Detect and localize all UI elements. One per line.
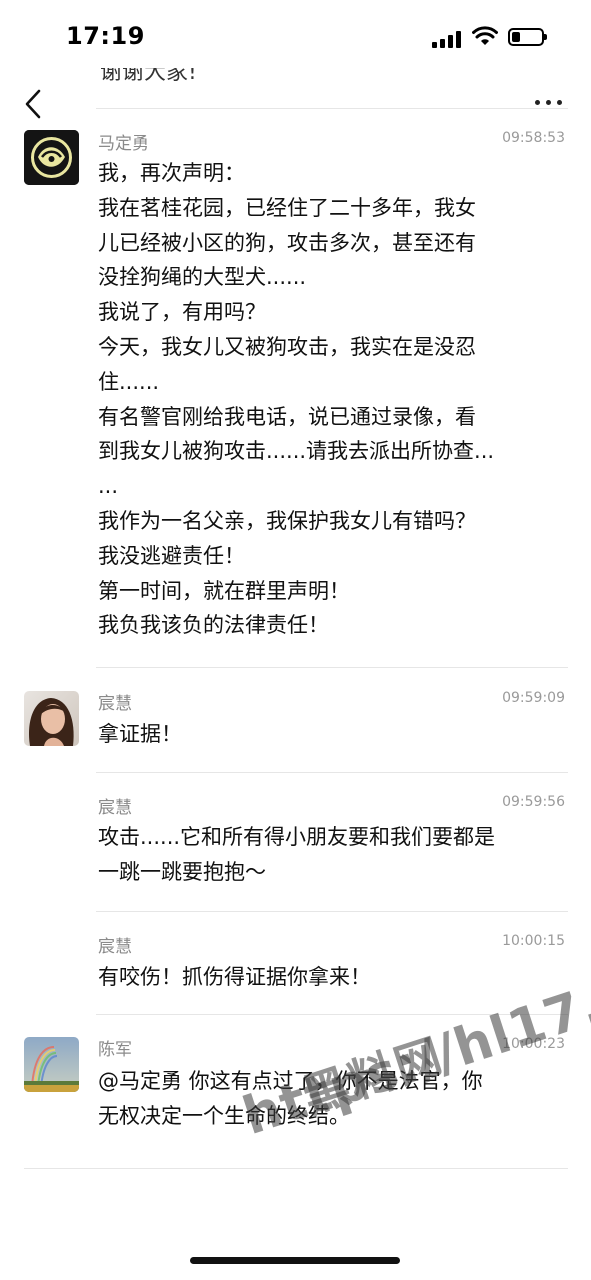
message-timestamp: 09:58:53 [502, 130, 565, 146]
sender-name: 宸慧 [98, 798, 132, 818]
sender-name: 陈军 [98, 1040, 132, 1060]
message-timestamp: 09:59:56 [502, 794, 565, 810]
divider [96, 667, 568, 668]
divider [96, 108, 568, 109]
message-timestamp: 09:59:09 [502, 690, 565, 706]
sender-name: 宸慧 [98, 937, 132, 957]
message-text: 我，再次声明： 我在茗桂花园，已经住了二十多年，我女 儿已经被小区的狗，攻击多次… [98, 161, 495, 638]
message-text: 有咬伤！抓伤得证据你拿来！ [98, 965, 371, 989]
home-indicator[interactable] [190, 1257, 400, 1264]
sender-name: 马定勇 [98, 134, 149, 154]
more-horizontal-icon[interactable] [535, 100, 565, 108]
sender-name: 宸慧 [98, 694, 132, 714]
avatar[interactable] [24, 1037, 79, 1092]
divider [96, 911, 568, 912]
divider [24, 1168, 568, 1169]
battery-icon [508, 28, 547, 46]
status-time: 17:19 [66, 22, 145, 50]
avatar[interactable] [24, 130, 79, 185]
wifi-icon [472, 26, 498, 45]
cellular-signal-icon [432, 30, 462, 48]
message-timestamp: 10:00:15 [502, 933, 565, 949]
divider [96, 772, 568, 773]
message-text: 拿证据！ [98, 722, 182, 746]
chevron-left-icon[interactable] [22, 88, 46, 120]
message-text: 攻击......它和所有得小朋友要和我们要都是 一跳一跳要抱抱～ [98, 825, 496, 884]
status-bar: 17:19 [0, 0, 591, 72]
avatar[interactable] [24, 691, 79, 746]
